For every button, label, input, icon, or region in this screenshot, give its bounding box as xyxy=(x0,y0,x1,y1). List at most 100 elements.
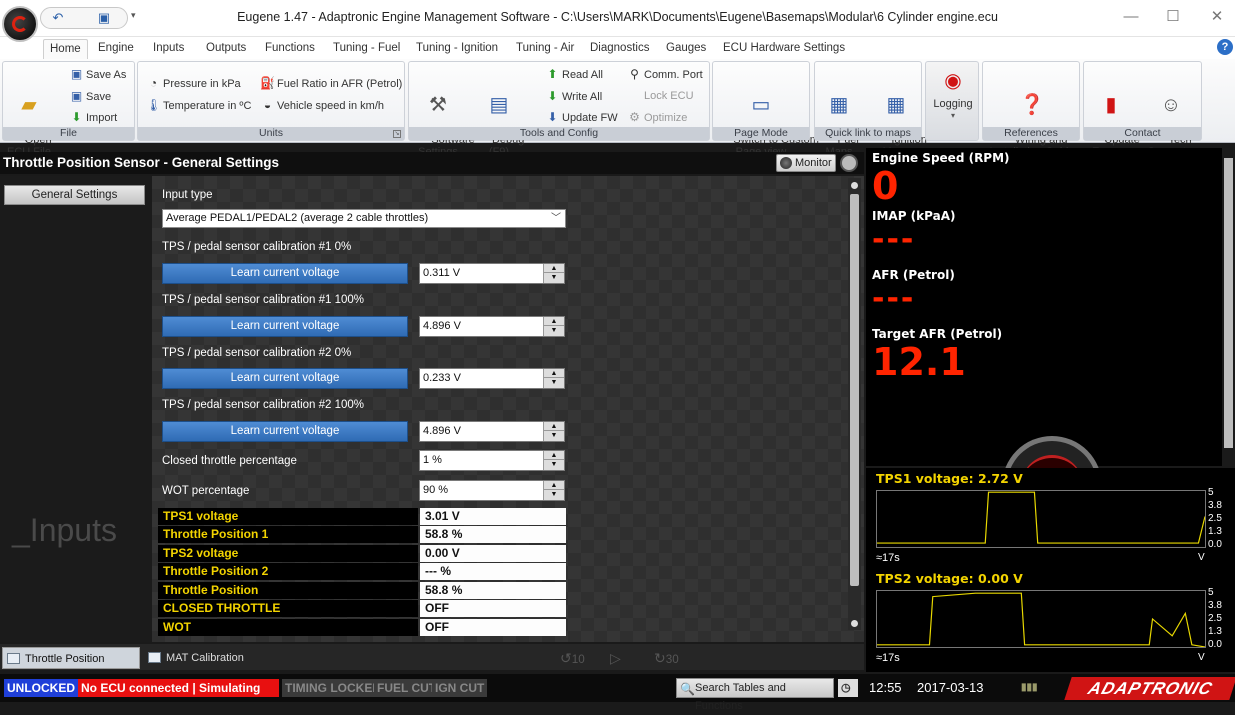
units-dialog-launcher-icon[interactable]: ↘ xyxy=(393,130,401,138)
monitor-icon xyxy=(780,157,792,169)
clock-icon: ◷ xyxy=(838,679,858,697)
update-fw-button[interactable]: ⬇ Update FW xyxy=(545,107,617,127)
save-as-button[interactable]: ▣ Save As xyxy=(69,64,127,84)
temperature-unit-button[interactable]: 🌡 Temperature in ºC xyxy=(146,95,251,115)
y-tick: 1.3 xyxy=(1208,526,1222,537)
tab-gauges[interactable]: Gauges xyxy=(660,39,712,59)
unlocked-badge: UNLOCKED xyxy=(4,679,78,697)
unit-label: V xyxy=(1198,552,1205,563)
chart-plot xyxy=(876,490,1206,548)
chart-title: TPS2 voltage: 0.00 V xyxy=(876,571,1023,586)
tab-functions[interactable]: Functions xyxy=(259,39,321,59)
help-icon[interactable]: ? xyxy=(1217,39,1233,55)
spin-down-icon[interactable]: ▼ xyxy=(544,326,564,335)
panel-close-icon[interactable] xyxy=(840,154,858,172)
tab-tuning-ignition[interactable]: Tuning - Ignition xyxy=(410,39,504,59)
search-icon: 🔍 xyxy=(680,682,695,696)
debug-icon: ▤ xyxy=(489,94,509,116)
spin-down-icon[interactable]: ▼ xyxy=(544,378,564,387)
rewind-icon[interactable]: ↺10 xyxy=(560,650,585,667)
close-button[interactable]: ✕ xyxy=(1202,6,1232,28)
tab-tuning-air[interactable]: Tuning - Air xyxy=(510,39,580,59)
y-tick: 2.5 xyxy=(1208,513,1222,524)
doc-tab-throttle-position-sensor[interactable]: Throttle Position Sensor xyxy=(2,647,140,687)
input-type-select[interactable]: Average PEDAL1/PEDAL2 (average 2 cable t… xyxy=(162,209,566,228)
logging-group: ◉ Logging ▾ xyxy=(925,61,979,141)
scroll-thumb[interactable] xyxy=(850,194,859,586)
read-all-button[interactable]: ⬆ Read All xyxy=(545,64,603,84)
calibration-value-field[interactable]: 4.896 V ▲ ▼ xyxy=(419,316,565,337)
spinner[interactable]: ▲ ▼ xyxy=(543,264,564,283)
doc-tab-mat-calibration[interactable]: MAT Calibration xyxy=(144,647,254,669)
readout-row: TPS2 voltage 0.00 V xyxy=(158,545,566,562)
tab-outputs[interactable]: Outputs xyxy=(200,39,252,59)
logging-dropdown-icon: ▾ xyxy=(950,111,955,120)
tools-icon: ⚒ xyxy=(429,94,447,116)
spin-up-icon[interactable]: ▲ xyxy=(544,264,564,273)
folder-icon: ▰ xyxy=(21,94,37,116)
monitor-button[interactable]: Monitor xyxy=(776,154,836,172)
app-logo-icon[interactable] xyxy=(2,6,38,42)
spinner[interactable]: ▲ ▼ xyxy=(543,481,564,500)
section-watermark: _Inputs xyxy=(12,512,117,548)
logging-button[interactable]: ◉ Logging ▾ xyxy=(928,64,978,122)
import-button[interactable]: ⬇ Import xyxy=(69,107,117,127)
file-group: ▰ Open ECU File ▣Save As ▣Save ⬇Import F… xyxy=(2,61,135,158)
closed-throttle-field[interactable]: 1 % ▲ ▼ xyxy=(419,450,565,471)
spinner[interactable]: ▲ ▼ xyxy=(543,422,564,441)
tab-home[interactable]: Home xyxy=(43,39,88,59)
maximize-button[interactable]: ☐ xyxy=(1158,6,1188,28)
fuel-map-icon: ▦ xyxy=(829,94,849,116)
learn-voltage-button[interactable]: Learn current voltage xyxy=(162,368,408,389)
gauge-scrollbar[interactable] xyxy=(1222,148,1235,466)
page-mode-group: ▭ Switch to Custom Page view Page Mode xyxy=(712,61,819,158)
y-tick: 3.8 xyxy=(1208,600,1222,611)
write-all-button[interactable]: ⬇ Write All xyxy=(545,86,602,106)
tab-ecu-hardware-settings[interactable]: ECU Hardware Settings xyxy=(717,39,851,59)
window-title: Eugene 1.47 - Adaptronic Engine Manageme… xyxy=(237,10,998,24)
search-tables-button[interactable]: 🔍 Search Tables and Functions xyxy=(676,678,834,712)
tab-engine[interactable]: Engine xyxy=(92,39,140,59)
spinner[interactable]: ▲ ▼ xyxy=(543,451,564,470)
learn-voltage-button[interactable]: Learn current voltage xyxy=(162,316,408,337)
spinner[interactable]: ▲ ▼ xyxy=(543,317,564,336)
minimize-button[interactable]: — xyxy=(1116,6,1146,28)
learn-voltage-button[interactable]: Learn current voltage xyxy=(162,263,408,284)
fuel-ratio-unit-button[interactable]: ⛽ Fuel Ratio in AFR (Petrol) xyxy=(260,73,402,93)
spin-down-icon[interactable]: ▼ xyxy=(544,431,564,440)
save-icon: ▣ xyxy=(70,89,83,103)
tab-inputs[interactable]: Inputs xyxy=(147,39,190,59)
optimize-button[interactable]: ⚙ Optimize xyxy=(627,107,687,127)
vehicle-speed-unit-button[interactable]: ◒ Vehicle speed in km/h xyxy=(260,95,384,115)
fast-forward-icon[interactable]: ↻30 xyxy=(654,650,679,667)
spin-up-icon[interactable]: ▲ xyxy=(544,481,564,490)
form-scrollbar[interactable] xyxy=(848,178,861,630)
spin-down-icon[interactable]: ▼ xyxy=(544,490,564,499)
calibration-label: TPS / pedal sensor calibration #1 0% xyxy=(162,241,352,253)
tab-tuning-fuel[interactable]: Tuning - Fuel xyxy=(327,39,406,59)
tab-diagnostics[interactable]: Diagnostics xyxy=(584,39,655,59)
spin-up-icon[interactable]: ▲ xyxy=(544,369,564,378)
tools-config-group-label: Tools and Config xyxy=(409,127,709,140)
scroll-down-icon[interactable] xyxy=(851,620,858,627)
spin-up-icon[interactable]: ▲ xyxy=(544,317,564,326)
scroll-up-icon[interactable] xyxy=(851,182,858,189)
calibration-value-field[interactable]: 0.233 V ▲ ▼ xyxy=(419,368,565,389)
nav-general-settings[interactable]: General Settings xyxy=(4,185,145,205)
spinner[interactable]: ▲ ▼ xyxy=(543,369,564,388)
learn-voltage-button[interactable]: Learn current voltage xyxy=(162,421,408,442)
calibration-value-field[interactable]: 4.896 V ▲ ▼ xyxy=(419,421,565,442)
calibration-value-field[interactable]: 0.311 V ▲ ▼ xyxy=(419,263,565,284)
wot-field[interactable]: 90 % ▲ ▼ xyxy=(419,480,565,501)
spin-down-icon[interactable]: ▼ xyxy=(544,460,564,469)
pressure-unit-button[interactable]: ◔ Pressure in kPa xyxy=(146,73,241,93)
comm-port-button[interactable]: ⚲ Comm. Port xyxy=(627,64,703,84)
spin-up-icon[interactable]: ▲ xyxy=(544,422,564,431)
spin-down-icon[interactable]: ▼ xyxy=(544,273,564,282)
spin-up-icon[interactable]: ▲ xyxy=(544,451,564,460)
gauge-panel: Engine Speed (RPM) 0 IMAP (kPaA) --- AFR… xyxy=(866,148,1235,496)
save-button[interactable]: ▣ Save xyxy=(69,86,111,106)
scroll-thumb[interactable] xyxy=(1224,158,1233,448)
play-icon[interactable]: ▷ xyxy=(610,650,621,667)
lock-ecu-button[interactable]: Lock ECU xyxy=(627,86,694,106)
